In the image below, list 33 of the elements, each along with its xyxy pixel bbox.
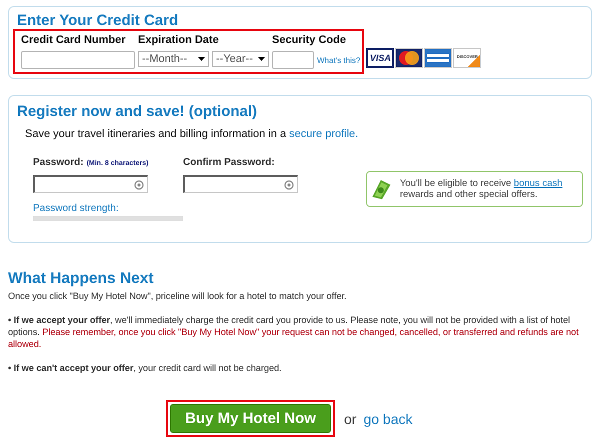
strength-label: Password strength: (33, 203, 120, 214)
card-logo: VISA (366, 48, 394, 68)
year-select[interactable]: --Year-- (212, 51, 269, 67)
go-back-link[interactable]: go back (363, 410, 412, 426)
field-label: Confirm Password: (183, 157, 275, 168)
buy-button[interactable]: Buy My Hotel Now (170, 404, 331, 433)
bonus-cash-link[interactable]: bonus cash (514, 178, 562, 189)
password-field[interactable] (33, 175, 148, 193)
intro-text: Save your travel itineraries and billing information in a secure profile. (25, 128, 360, 140)
reveal-icon (284, 180, 294, 190)
field-label: Password: (33, 157, 84, 168)
section-title: Register now and save! (optional) (17, 103, 258, 120)
intro-text: Once you click "Buy My Hotel Now", priceline will look for a hotel to match your offer. (8, 290, 348, 302)
field-label: Security Code (272, 34, 347, 46)
field-label: Expiration Date (138, 34, 220, 46)
section-title: Enter Your Credit Card (17, 12, 180, 29)
whats-this-link[interactable]: What's this? (317, 56, 360, 64)
caret-icon (258, 57, 265, 61)
month-select[interactable]: --Month-- (138, 51, 209, 67)
caret-icon (198, 57, 205, 61)
security-code-field[interactable] (272, 51, 314, 69)
card-logo-icon (395, 48, 424, 68)
bullet-text: • If we can't accept your offer, your credit card will not be charged. (8, 362, 283, 374)
bullet-text: • If we accept your offer, we'll immediately charge the credit card you provide to us. Please note, you will not be provided with a list of hotel options. Please remember, once you click "Buy My Hotel Now" your request can not be changed, cancelled, or transferred and refunds are not allowed. (8, 314, 580, 350)
promo-text: You'll be eligible to receive bonus cash rewards and other special offers. (400, 178, 564, 200)
secure-profile-link[interactable]: secure profile. (289, 128, 358, 140)
or-text: or (344, 410, 356, 426)
confirm-password-field[interactable] (183, 175, 298, 193)
field-label: Credit Card Number (21, 34, 127, 46)
card-number-field[interactable] (21, 51, 135, 69)
reveal-icon (134, 180, 144, 190)
card-logo-icon (424, 48, 452, 68)
section-title: What Happens Next (8, 270, 155, 288)
